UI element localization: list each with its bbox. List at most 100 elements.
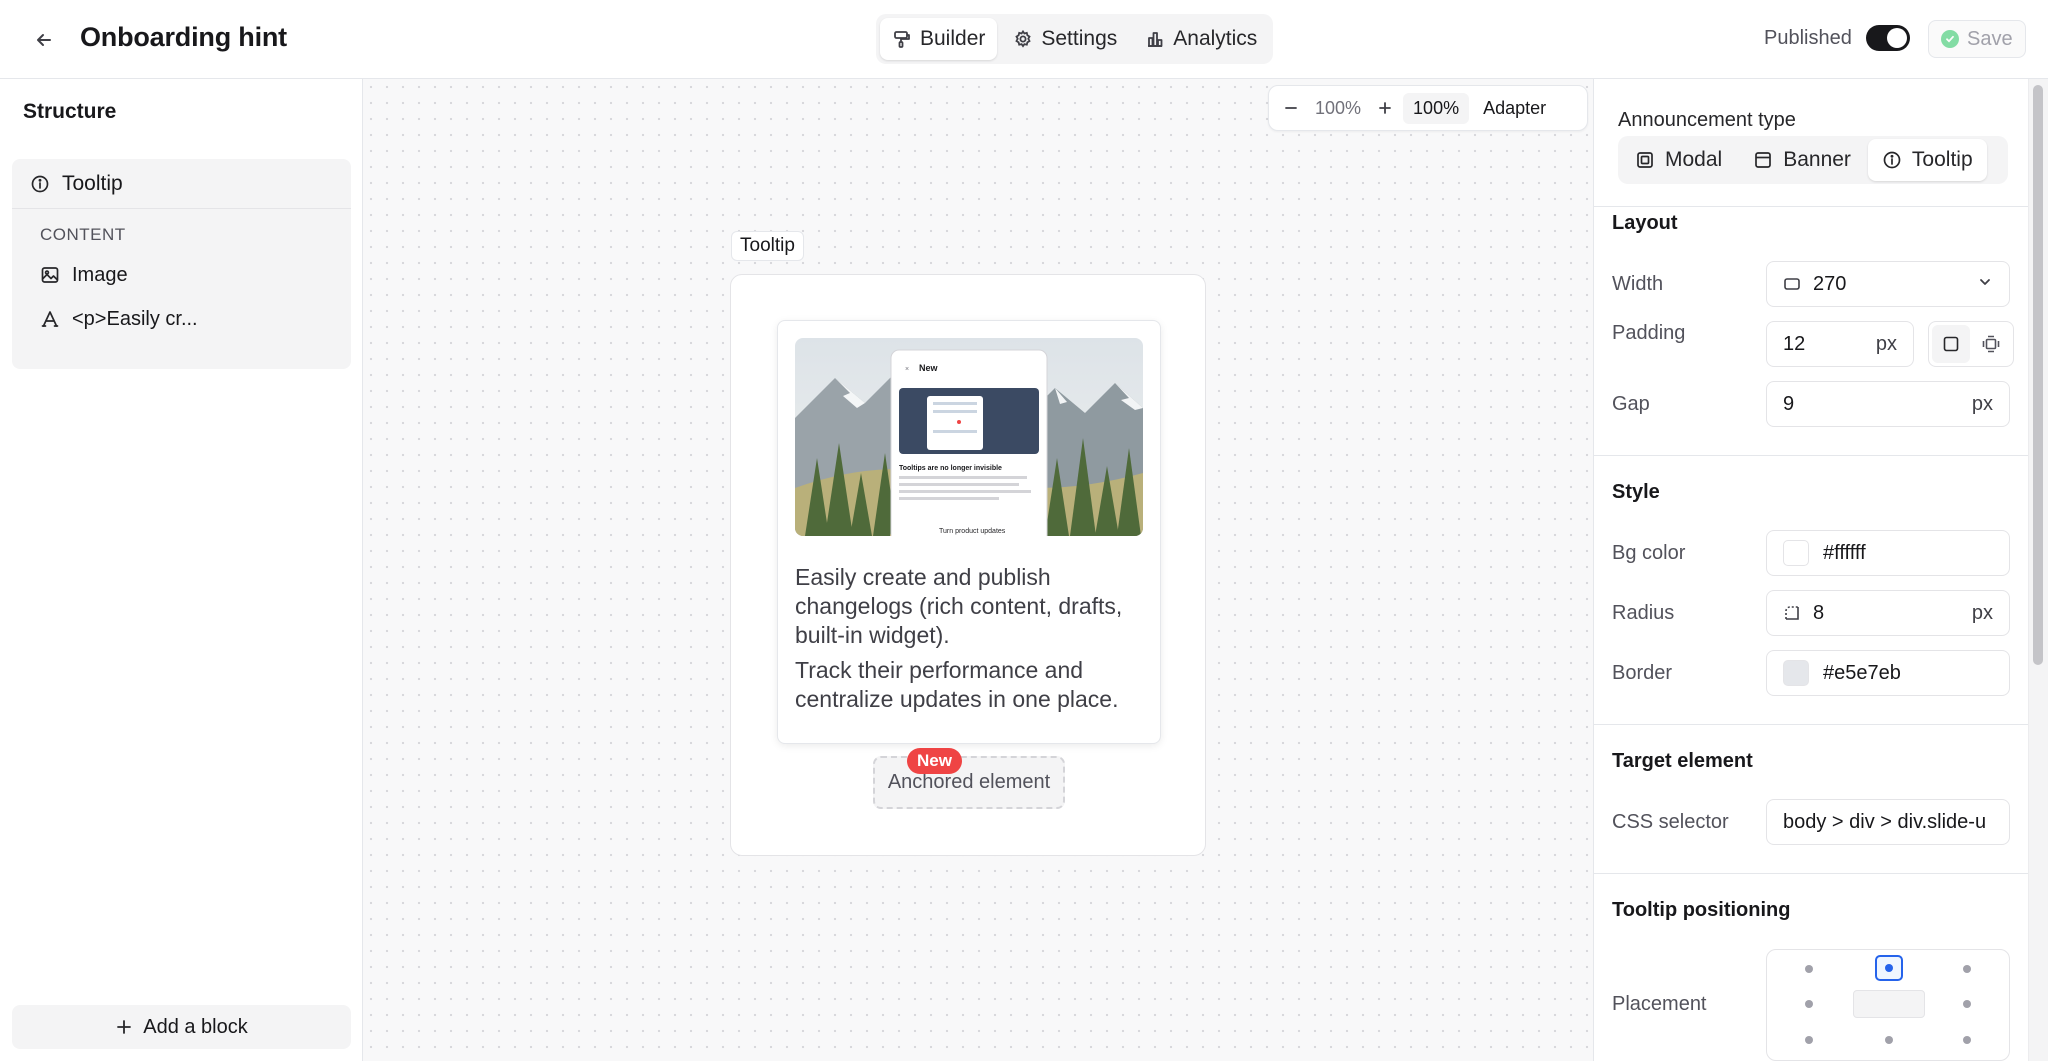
type-tooltip-button[interactable]: Tooltip — [1867, 139, 1987, 181]
info-icon — [31, 175, 49, 192]
plus-icon — [117, 1020, 132, 1034]
adapter-button[interactable]: Adapter — [1473, 93, 1556, 124]
bg-color-label: Bg color — [1612, 542, 1686, 564]
type-banner-button[interactable]: Banner — [1739, 139, 1865, 181]
svg-text:×: × — [905, 366, 909, 373]
banner-icon — [1755, 152, 1772, 168]
tab-builder-label: Builder — [920, 27, 986, 50]
new-badge: New — [907, 748, 962, 774]
add-block-label: Add a block — [143, 1015, 248, 1038]
mini-cta: Turn product updates — [939, 528, 1006, 535]
tab-settings[interactable]: Settings — [1001, 18, 1129, 60]
bg-color-value: #ffffff — [1823, 541, 1866, 564]
bg-color-input[interactable]: #ffffff — [1766, 530, 2010, 576]
type-banner-label: Banner — [1783, 148, 1851, 171]
image-icon — [41, 267, 59, 283]
gap-input[interactable]: 9 px — [1766, 381, 2010, 427]
radius-input[interactable]: 8 px — [1766, 590, 2010, 636]
divider — [1594, 206, 2028, 207]
type-modal-label: Modal — [1665, 148, 1723, 171]
border-color-value: #e5e7eb — [1823, 661, 1901, 684]
placement-right[interactable] — [1963, 1000, 1971, 1008]
frame-label: Tooltip — [731, 231, 804, 261]
zoom-in-button[interactable] — [1371, 94, 1399, 122]
save-button-label: Save — [1967, 27, 2013, 50]
zoom-level: 100% — [1315, 97, 1362, 118]
border-color-swatch[interactable] — [1783, 660, 1809, 686]
bar-chart-icon — [1148, 32, 1163, 47]
tree-item-image[interactable]: Image — [12, 253, 351, 297]
tree-item-tooltip-label: Tooltip — [62, 171, 123, 195]
padding-label: Padding — [1612, 322, 1686, 344]
placement-target-box — [1853, 990, 1925, 1018]
type-modal-button[interactable]: Modal — [1621, 139, 1736, 181]
css-selector-label: CSS selector — [1612, 811, 1729, 833]
tree-item-text[interactable]: <p>Easily cr... — [12, 297, 351, 341]
padding-sides-button[interactable] — [1972, 325, 2010, 363]
type-tooltip-label: Tooltip — [1911, 148, 1973, 171]
tooltip-preview[interactable]: × New Tooltips are no longer invisible T… — [777, 320, 1161, 744]
gap-value: 9 — [1783, 392, 1795, 415]
padding-uniform-button[interactable] — [1932, 325, 1970, 363]
padding-input[interactable]: 12 px — [1766, 321, 1914, 367]
divider — [1594, 455, 2028, 456]
structure-sidebar: Structure Tooltip CONTENT Image <p>Easil… — [0, 79, 363, 1061]
tab-analytics-label: Analytics — [1173, 27, 1258, 50]
announcement-type-label: Announcement type — [1618, 109, 1796, 131]
divider — [1594, 873, 2028, 874]
placement-bottom-right[interactable] — [1963, 1036, 1971, 1044]
tooltip-paragraph-1: Easily create and publish changelogs (ri… — [795, 564, 1123, 648]
sidebar-title: Structure — [23, 100, 117, 123]
placement-picker — [1766, 949, 2010, 1061]
tree-item-tooltip[interactable]: Tooltip — [12, 159, 351, 209]
width-select[interactable]: 270 — [1766, 261, 2010, 307]
padding-mode-toggle — [1928, 321, 2014, 367]
tab-settings-label: Settings — [1041, 27, 1118, 50]
placement-top[interactable] — [1875, 955, 1903, 981]
back-button[interactable] — [28, 24, 60, 56]
add-block-button[interactable]: Add a block — [12, 1005, 351, 1049]
placement-top-right[interactable] — [1963, 965, 1971, 973]
divider — [1594, 724, 2028, 725]
border-color-input[interactable]: #e5e7eb — [1766, 650, 2010, 696]
width-icon — [1783, 275, 1801, 293]
border-label: Border — [1612, 662, 1673, 684]
placement-bottom[interactable] — [1885, 1036, 1893, 1044]
placement-top-left[interactable] — [1805, 965, 1813, 973]
arrow-left-icon — [37, 34, 51, 46]
tree-section-content: CONTENT — [40, 225, 126, 244]
radius-label: Radius — [1612, 602, 1675, 624]
gear-icon — [1015, 29, 1032, 48]
structure-tree: Tooltip CONTENT Image <p>Easily cr... — [12, 159, 351, 369]
tooltip-preview-image[interactable]: × New Tooltips are no longer invisible T… — [795, 338, 1143, 536]
zoom-out-button[interactable] — [1277, 94, 1305, 122]
tooltip-positioning-title: Tooltip positioning — [1612, 899, 1791, 921]
tooltip-preview-text[interactable]: Easily create and publish changelogs (ri… — [795, 563, 1145, 714]
save-button[interactable]: Save — [1928, 20, 2026, 58]
mountain-illustration: × New Tooltips are no longer invisible T… — [795, 338, 1143, 536]
zoom-reset-button[interactable]: 100% — [1403, 92, 1470, 124]
page-title: Onboarding hint — [80, 22, 287, 52]
properties-panel: Announcement type Modal Banner Tooltip L… — [1593, 79, 2028, 1061]
placement-bottom-left[interactable] — [1805, 1036, 1813, 1044]
placement-left[interactable] — [1805, 1000, 1813, 1008]
tab-analytics[interactable]: Analytics — [1133, 18, 1269, 60]
panel-scrollbar-thumb[interactable] — [2033, 85, 2043, 665]
mini-headline: Tooltips are no longer invisible — [899, 465, 1002, 472]
gap-label: Gap — [1612, 393, 1650, 415]
mini-new-label: New — [919, 363, 939, 373]
text-icon — [41, 311, 59, 327]
info-icon — [1883, 151, 1901, 169]
panel-scrollbar[interactable] — [2028, 79, 2048, 1061]
bg-color-swatch[interactable] — [1783, 540, 1809, 566]
padding-sides-icon — [1982, 335, 2000, 353]
tree-item-text-label: <p>Easily cr... — [72, 307, 198, 330]
tooltip-paragraph-2: Track their performance and centralize u… — [795, 657, 1119, 712]
plus-icon — [1379, 102, 1391, 114]
width-label: Width — [1612, 273, 1664, 295]
zoom-controls: 100% 100% Adapter — [1268, 85, 1588, 131]
published-toggle[interactable] — [1866, 25, 1910, 51]
tab-builder[interactable]: Builder — [880, 18, 998, 60]
css-selector-input[interactable]: body > div > div.slide-u — [1766, 799, 2010, 845]
announcement-type-tabs: Modal Banner Tooltip — [1618, 136, 2008, 184]
